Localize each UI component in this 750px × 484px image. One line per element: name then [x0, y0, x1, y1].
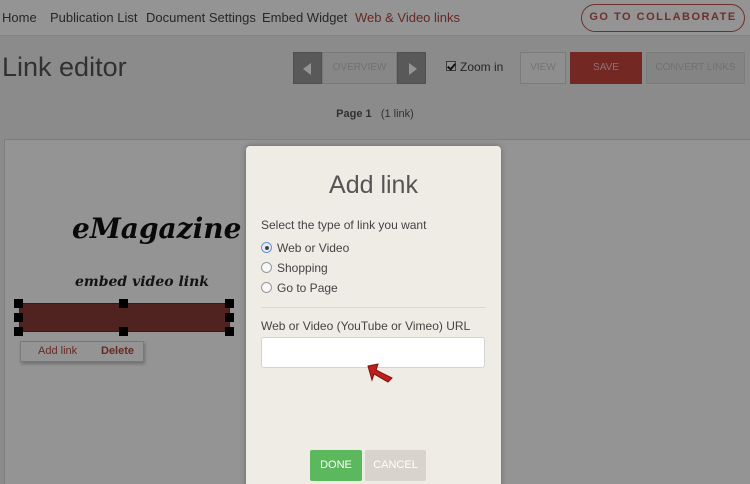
radio-label-web-video: Web or Video [277, 241, 350, 255]
radio-web-video[interactable] [261, 242, 272, 253]
cancel-button[interactable]: CANCEL [365, 450, 426, 481]
dialog-divider [261, 307, 486, 308]
pointer-arrow-icon [367, 363, 393, 383]
radio-label-go-to-page: Go to Page [277, 281, 338, 295]
radio-label-shopping: Shopping [277, 261, 328, 275]
radio-shopping[interactable] [261, 262, 272, 273]
done-button[interactable]: DONE [310, 450, 362, 481]
add-link-dialog: Add link Select the type of link you wan… [246, 146, 501, 484]
radio-go-to-page[interactable] [261, 282, 272, 293]
dialog-title: Add link [329, 171, 418, 199]
dialog-instruction: Select the type of link you want [261, 218, 427, 232]
url-label: Web or Video (YouTube or Vimeo) URL [261, 319, 471, 333]
